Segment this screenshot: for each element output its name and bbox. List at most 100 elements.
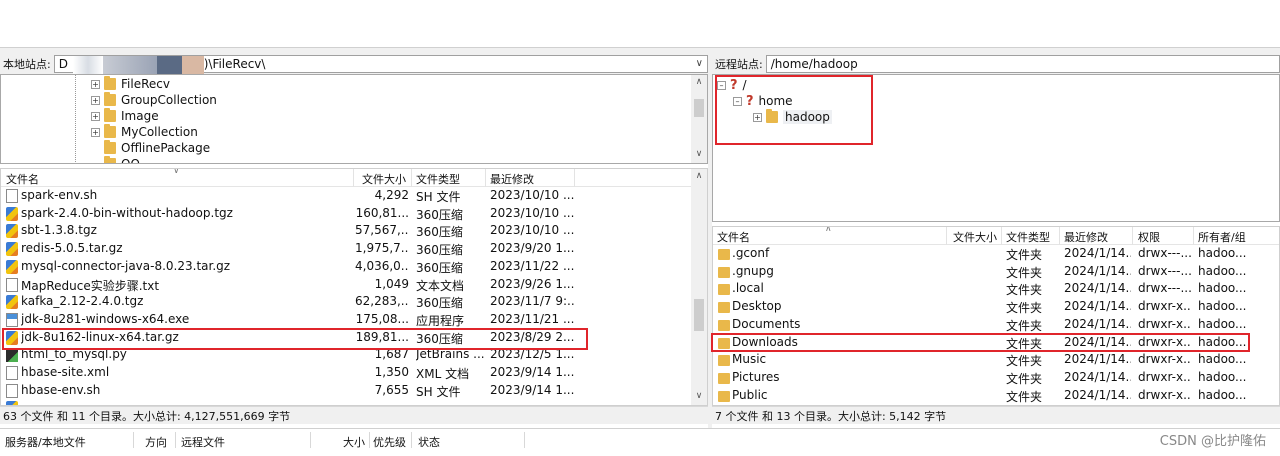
local-status-bar: 63 个文件 和 11 个目录。大小总计: 4,127,551,669 字节 — [0, 406, 708, 424]
col-type[interactable]: 文件类型 — [1006, 229, 1050, 245]
expand-icon[interactable]: + — [91, 127, 100, 137]
table-row[interactable]: Public 文件夹 2024/1/14... drwxr-x... hadoo... — [713, 387, 1279, 405]
local-tree-item-offlinepackage[interactable]: OfflinePackage — [104, 140, 210, 156]
remote-file-list: 文件名 ∧ 文件大小 文件类型 最近修改 权限 所有者/组 .gconf 文件夹 2… — [712, 226, 1280, 406]
file-name: mysql-connector-java-8.0.23.tar.gz — [21, 258, 231, 273]
expand-icon[interactable]: + — [91, 79, 100, 89]
chevron-down-icon[interactable]: ∨ — [696, 58, 703, 69]
file-type: 文件夹 — [1006, 248, 1043, 262]
table-row[interactable]: spark-env.sh 4,292 SH 文件 2023/10/10 ... — [1, 187, 691, 205]
sort-icon: ∧ — [825, 226, 832, 234]
table-row[interactable]: hbase-site.xml 1,350 XML 文档 2023/9/14 1... — [1, 364, 691, 382]
file-modified: 2023/10/10 ... — [490, 223, 574, 238]
local-site-path-prefix: D — [58, 57, 68, 71]
file-size: 7,655 — [374, 382, 409, 397]
scroll-thumb[interactable] — [694, 99, 704, 117]
table-row[interactable]: MapReduce实验步骤.txt 1,049 文本文档 2023/9/26 1... — [1, 276, 691, 294]
file-owner: hadoo... — [1198, 299, 1247, 314]
table-row[interactable]: .gconf 文件夹 2024/1/14... drwx---... hadoo... — [713, 245, 1279, 263]
file-type: 文件夹 — [1006, 318, 1043, 333]
local-list-scrollbar[interactable]: ∧ ∨ — [691, 169, 707, 405]
table-row[interactable]: sbt-1.3.8.tgz 57,567,... 360压缩 2023/10/10 .… — [1, 222, 691, 240]
file-name: .gnupg — [732, 263, 774, 278]
file-owner: hadoo... — [1198, 316, 1247, 331]
file-size: 1,350 — [374, 365, 409, 379]
local-tree-scrollbar[interactable]: ∧ ∨ — [691, 75, 707, 163]
scroll-up-icon[interactable]: ∧ — [691, 77, 707, 87]
file-owner: hadoo... — [1198, 246, 1247, 260]
file-name: Pictures — [732, 369, 780, 384]
scroll-down-icon[interactable]: ∨ — [691, 391, 707, 401]
table-row[interactable]: Music 文件夹 2024/1/14... drwxr-x... hadoo... — [713, 351, 1279, 369]
file-type: 360压缩 — [416, 260, 463, 275]
file-perms: drwx---... — [1138, 263, 1192, 278]
table-row[interactable]: hbase-env.sh 7,655 SH 文件 2023/9/14 1... — [1, 382, 691, 400]
table-row[interactable]: mysql-connector-java-8.0.23.tar.gz 4,036,… — [1, 258, 691, 276]
col-owner[interactable]: 所有者/组 — [1198, 229, 1246, 245]
col-name[interactable]: 文件名 — [6, 171, 39, 187]
file-type: 360压缩 — [416, 225, 463, 240]
folder-icon — [718, 249, 730, 260]
queue-col-local[interactable]: 服务器/本地文件 — [5, 434, 86, 450]
file-type: 360压缩 — [416, 243, 463, 258]
file-modified: 2023/11/22 ... — [490, 258, 574, 273]
transfer-queue-header: 服务器/本地文件 方向 远程文件 大小 优先级 状态 — [0, 428, 1280, 456]
table-row[interactable]: spark-2.4.0-bin-without-hadoop.tgz 160,81… — [1, 205, 691, 223]
local-tree-item-groupcollection[interactable]: + GroupCollection — [91, 92, 217, 108]
queue-col-status[interactable]: 状态 — [418, 434, 440, 450]
file-modified: 2024/1/14... — [1064, 246, 1131, 260]
table-row[interactable]: redis-5.0.5.tar.gz 1,975,7... 360压缩 2023/9/… — [1, 240, 691, 258]
folder-icon — [104, 92, 116, 106]
local-site-input[interactable]: D )\FileRecv\ ∨ — [53, 55, 708, 74]
remote-site-input[interactable]: /home/hadoop — [765, 55, 1280, 73]
col-size[interactable]: 文件大小 — [362, 171, 406, 187]
file-icon — [6, 366, 18, 380]
table-row[interactable]: .local 文件夹 2024/1/14... drwx---... hadoo... — [713, 280, 1279, 298]
watermark: CSDN @比护隆佑 — [1159, 434, 1266, 449]
queue-col-priority[interactable]: 优先级 — [373, 434, 406, 450]
col-perms[interactable]: 权限 — [1138, 229, 1160, 245]
file-size: 160,81... — [355, 205, 409, 220]
col-size[interactable]: 文件大小 — [953, 229, 997, 245]
queue-col-remote[interactable]: 远程文件 — [181, 434, 225, 450]
queue-col-size[interactable]: 大小 — [343, 434, 365, 450]
highlight-downloads-row — [711, 333, 1250, 352]
queue-col-direction[interactable]: 方向 — [145, 434, 167, 450]
scroll-up-icon[interactable]: ∧ — [691, 171, 707, 181]
folder-icon — [104, 124, 116, 138]
file-modified: 2024/1/14... — [1064, 387, 1131, 402]
redacted-path — [181, 56, 204, 74]
table-row[interactable]: kafka_2.12-2.4.0.tgz 62,283,... 360压缩 2023/… — [1, 293, 691, 311]
file-perms: drwx---... — [1138, 246, 1192, 260]
table-row[interactable]: Documents 文件夹 2024/1/14... drwxr-x... hadoo.… — [713, 316, 1279, 334]
table-row[interactable]: Desktop 文件夹 2024/1/14... drwxr-x... hadoo... — [713, 298, 1279, 316]
file-name: MapReduce实验步骤.txt — [21, 278, 160, 293]
remote-site-path: /home/hadoop — [770, 57, 858, 71]
table-row[interactable]: jdk-8u281-windows-x64.exe 175,08... 应用程序 20… — [1, 311, 691, 329]
local-tree-item-image[interactable]: + Image — [91, 108, 159, 124]
scroll-down-icon[interactable]: ∨ — [691, 149, 707, 159]
col-type[interactable]: 文件类型 — [416, 171, 460, 187]
table-row[interactable]: Pictures 文件夹 2024/1/14... drwxr-x... hadoo..… — [713, 369, 1279, 387]
file-size: 1,975,7... — [355, 241, 409, 256]
file-icon — [6, 277, 18, 292]
col-name[interactable]: 文件名 — [717, 229, 750, 245]
file-owner: hadoo... — [1198, 263, 1247, 278]
file-name: Documents — [732, 316, 801, 331]
file-type: 文件夹 — [1006, 371, 1043, 386]
scroll-thumb[interactable] — [694, 299, 704, 331]
local-tree-item-filerecv[interactable]: + FileRecv — [91, 76, 170, 92]
file-type: 文件夹 — [1006, 389, 1043, 404]
local-tree-item-mycollection[interactable]: + MyCollection — [91, 124, 198, 140]
col-modified[interactable]: 最近修改 — [1064, 229, 1108, 245]
file-owner: hadoo... — [1198, 281, 1247, 296]
file-type: 文本文档 — [416, 278, 465, 293]
expand-icon[interactable]: + — [91, 95, 100, 105]
table-row[interactable]: .gnupg 文件夹 2024/1/14... drwx---... hadoo... — [713, 263, 1279, 281]
local-tree-item-qq[interactable]: QQ — [104, 156, 140, 163]
archive-icon — [6, 206, 18, 221]
col-modified[interactable]: 最近修改 — [490, 171, 534, 187]
remote-status-text: 7 个文件 和 13 个目录。大小总计: 5,142 字节 — [715, 409, 947, 423]
file-owner: hadoo... — [1198, 352, 1247, 367]
expand-icon[interactable]: + — [91, 111, 100, 121]
